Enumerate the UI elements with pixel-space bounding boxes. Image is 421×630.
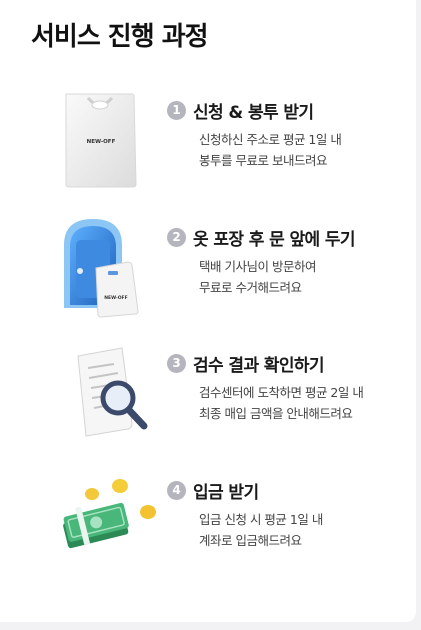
step-2: NEW-OFF 2 옷 포장 후 문 앞에 두기 택배 기사님이 방문하여 무료… (0, 213, 416, 323)
step-number-badge: 2 (167, 228, 186, 247)
step-title: 신청 & 봉투 받기 (193, 103, 314, 123)
money-coins-icon (56, 474, 166, 584)
svg-text:NEW-OFF: NEW-OFF (87, 139, 116, 145)
svg-text:NEW-OFF: NEW-OFF (104, 295, 127, 301)
step-description: 택배 기사님이 방문하여 무료로 수거해드려요 (199, 259, 316, 295)
step-4: 4 입금 받기 입금 신청 시 평균 1일 내 계좌로 입금해드려요 (0, 474, 416, 584)
step-title: 검수 결과 확인하기 (193, 356, 325, 376)
document-magnifier-icon (56, 340, 166, 450)
door-with-bag-icon: NEW-OFF (56, 213, 166, 323)
step-title: 입금 받기 (193, 483, 259, 503)
step-description: 입금 신청 시 평균 1일 내 계좌로 입금해드려요 (199, 512, 323, 548)
step-number-badge: 1 (167, 101, 186, 120)
shopping-bag-icon: NEW-OFF (56, 88, 166, 198)
step-number-badge: 3 (167, 354, 186, 373)
step-title: 옷 포장 후 문 앞에 두기 (193, 230, 356, 250)
step-1: NEW-OFF 1 신청 & 봉투 받기 신청하신 주소로 평균 1일 내 봉투… (0, 88, 416, 198)
step-description: 신청하신 주소로 평균 1일 내 봉투를 무료로 보내드려요 (199, 132, 342, 168)
step-description: 검수센터에 도착하면 평균 2일 내 최종 매입 금액을 안내해드려요 (199, 385, 364, 421)
step-number-badge: 4 (167, 481, 186, 500)
page-title: 서비스 진행 과정 (31, 22, 209, 52)
step-3: 3 검수 결과 확인하기 검수센터에 도착하면 평균 2일 내 최종 매입 금액… (0, 340, 416, 450)
service-process-card: 서비스 진행 과정 NEW-OFF 1 신청 & 봉투 받기 신청하신 주소로 … (0, 0, 416, 622)
